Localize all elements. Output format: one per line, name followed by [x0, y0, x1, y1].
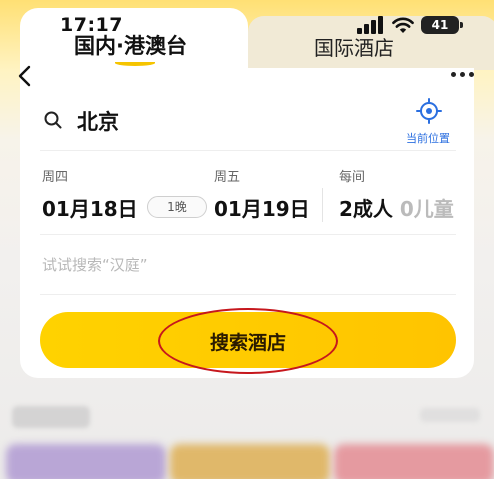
keyword-search-input[interactable]: 试试搜索“汉庭” — [42, 254, 148, 275]
wifi-icon — [392, 17, 414, 33]
divider — [40, 234, 456, 235]
guests-value: 2成人 0儿童 — [339, 193, 454, 222]
battery-icon: 41 — [421, 16, 463, 34]
status-bar: 17:17 41 — [0, 0, 494, 46]
nights-badge: 1晚 — [147, 196, 207, 218]
destination-row[interactable]: 北京 当前位置 — [20, 88, 474, 150]
blurred-block — [12, 406, 90, 428]
adults-count: 2成人 — [339, 197, 393, 221]
guests-label: 每间 — [339, 170, 366, 185]
back-icon[interactable] — [14, 64, 38, 88]
status-time: 17:17 — [60, 14, 123, 36]
blurred-content — [0, 392, 494, 479]
checkout-weekday: 周五 — [214, 170, 241, 185]
annotation-circle — [158, 308, 338, 374]
signal-icon — [357, 16, 383, 34]
blurred-block — [420, 408, 480, 422]
divider — [40, 150, 456, 151]
tab-active-indicator — [115, 60, 155, 66]
destination-city[interactable]: 北京 — [77, 106, 119, 136]
checkin-field[interactable]: 周四 01月18日 — [42, 166, 138, 222]
vertical-divider — [322, 188, 323, 222]
hotel-search-card: 北京 当前位置 周四 01月18日 1晚 周五 01月19日 每间 2成人 0儿… — [20, 68, 474, 378]
children-count: 0儿童 — [399, 197, 454, 221]
blurred-block — [170, 444, 330, 479]
current-location-label: 当前位置 — [406, 132, 450, 145]
locate-icon — [416, 98, 442, 124]
search-icon — [44, 111, 62, 129]
current-location-button[interactable]: 当前位置 — [398, 96, 458, 145]
blurred-block — [334, 444, 494, 479]
checkin-weekday: 周四 — [42, 170, 69, 185]
checkout-date: 01月19日 — [214, 197, 310, 221]
more-icon[interactable] — [451, 72, 479, 80]
blurred-block — [6, 444, 166, 479]
date-guest-row: 周四 01月18日 1晚 周五 01月19日 每间 2成人 0儿童 — [20, 166, 474, 228]
divider — [40, 294, 456, 295]
checkin-date: 01月18日 — [42, 197, 138, 221]
guests-field[interactable]: 每间 2成人 0儿童 — [339, 166, 454, 222]
checkout-field[interactable]: 周五 01月19日 — [214, 166, 310, 222]
